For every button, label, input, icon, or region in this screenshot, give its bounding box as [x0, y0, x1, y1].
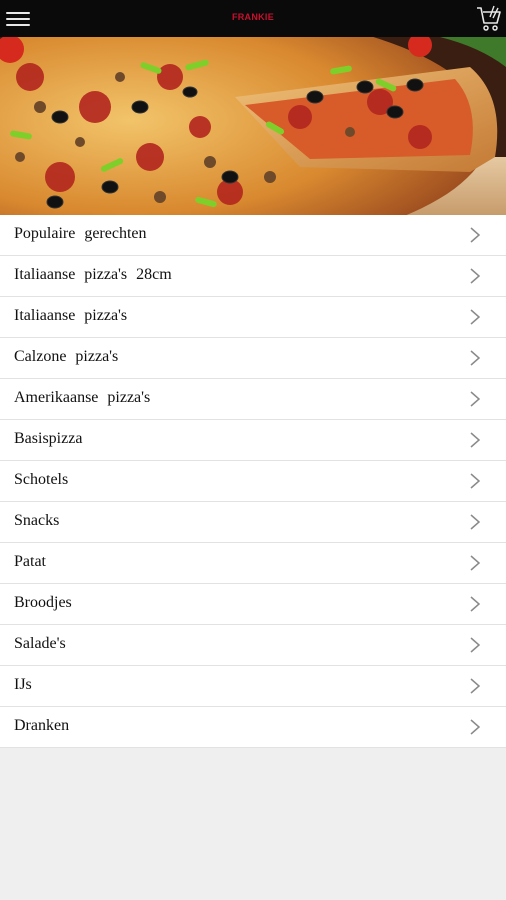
- category-item[interactable]: Amerikaanse pizza's: [0, 379, 506, 420]
- chevron-right-icon: [470, 596, 480, 612]
- chevron-right-icon: [470, 555, 480, 571]
- category-item[interactable]: Patat: [0, 543, 506, 584]
- category-item[interactable]: Italiaanse pizza's: [0, 297, 506, 338]
- chevron-right-icon: [470, 350, 480, 366]
- category-item[interactable]: Schotels: [0, 461, 506, 502]
- category-label: IJs: [14, 676, 32, 693]
- category-label: Snacks: [14, 512, 60, 529]
- category-label: Populaire gerechten: [14, 225, 147, 242]
- category-item[interactable]: Broodjes: [0, 584, 506, 625]
- category-item[interactable]: Populaire gerechten: [0, 215, 506, 256]
- brand-title: FRANKIE: [231, 12, 275, 22]
- category-label: Italiaanse pizza's: [14, 307, 128, 324]
- chevron-right-icon: [470, 432, 480, 448]
- category-label: Salade's: [14, 635, 66, 652]
- chevron-right-icon: [470, 391, 480, 407]
- chevron-right-icon: [470, 719, 480, 735]
- category-label: Calzone pizza's: [14, 348, 119, 365]
- category-item[interactable]: Snacks: [0, 502, 506, 543]
- category-item[interactable]: IJs: [0, 666, 506, 707]
- chevron-right-icon: [470, 678, 480, 694]
- category-label: Dranken: [14, 717, 70, 734]
- chevron-right-icon: [470, 268, 480, 284]
- category-item[interactable]: Salade's: [0, 625, 506, 666]
- category-item[interactable]: Calzone pizza's: [0, 338, 506, 379]
- category-label: Patat: [14, 553, 46, 570]
- chevron-right-icon: [470, 227, 480, 243]
- category-label: Basispizza: [14, 430, 83, 447]
- category-list: Populaire gerechten Italiaanse pizza's 28…: [0, 215, 506, 748]
- category-item[interactable]: Italiaanse pizza's 28cm: [0, 256, 506, 297]
- chevron-right-icon: [470, 514, 480, 530]
- category-item[interactable]: Basispizza: [0, 420, 506, 461]
- category-label: Amerikaanse pizza's: [14, 389, 151, 406]
- category-label: Schotels: [14, 471, 69, 488]
- chevron-right-icon: [470, 309, 480, 325]
- pizza-hero-image: [0, 37, 506, 215]
- shopping-cart-icon[interactable]: [476, 5, 502, 33]
- category-item[interactable]: Dranken: [0, 707, 506, 748]
- category-label: Broodjes: [14, 594, 72, 611]
- category-label: Italiaanse pizza's 28cm: [14, 266, 172, 283]
- chevron-right-icon: [470, 473, 480, 489]
- chevron-right-icon: [470, 637, 480, 653]
- app-header: FRANKIE: [0, 0, 506, 37]
